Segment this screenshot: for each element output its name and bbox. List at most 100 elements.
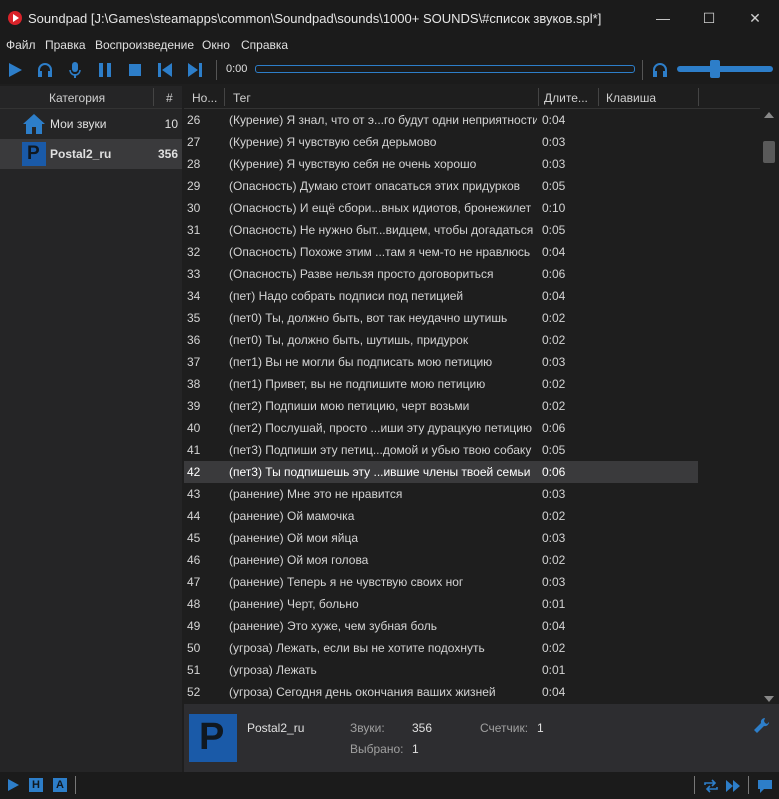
- sound-tag: (Опасность) Похоже этим ...там я чем-то …: [229, 245, 531, 259]
- close-button[interactable]: ✕: [732, 6, 778, 30]
- window-title: Soundpad [J:\Games\steamapps\common\Soun…: [28, 11, 602, 26]
- sound-row[interactable]: 29 (Опасность) Думаю стоит опасаться этих…: [184, 175, 698, 197]
- volume-slider[interactable]: [677, 66, 773, 72]
- sound-row[interactable]: 40 (пет2) Послушай, просто ...иши эту дур…: [184, 417, 698, 439]
- repeat-icon[interactable]: [703, 779, 719, 793]
- pause-icon[interactable]: [96, 61, 114, 79]
- stop-icon[interactable]: [126, 61, 144, 79]
- sound-row[interactable]: 35 (пет0) Ты, должно быть, вот так неудач…: [184, 307, 698, 329]
- tag-column-header[interactable]: Тег: [233, 91, 251, 105]
- sound-row[interactable]: 39 (пет2) Подпиши мою петицию, черт возьм…: [184, 395, 698, 417]
- sound-number: 52: [187, 685, 201, 699]
- sound-number: 47: [187, 575, 201, 589]
- sound-tag: (ранение) Это хуже, чем зубная боль: [229, 619, 438, 633]
- sound-duration: 0:03: [542, 157, 566, 171]
- volume-slider-knob[interactable]: [710, 60, 720, 78]
- sound-duration: 0:01: [542, 663, 566, 677]
- hotkeys-toggle[interactable]: H: [29, 778, 43, 792]
- menu-help[interactable]: Справка: [241, 38, 288, 52]
- menu-playback[interactable]: Воспроизведение: [95, 38, 194, 52]
- sound-row[interactable]: 32 (Опасность) Похоже этим ...там я чем-т…: [184, 241, 698, 263]
- counter-value: 1: [537, 721, 544, 735]
- category-column-header[interactable]: Категория: [49, 91, 105, 105]
- sound-row[interactable]: 48 (ранение) Черт, больно 0:01: [184, 593, 698, 615]
- sound-row[interactable]: 51 (угроза) Лежать 0:01: [184, 659, 698, 681]
- play-icon[interactable]: [6, 61, 24, 79]
- sound-row[interactable]: 42 (пет3) Ты подпишешь эту ...ившие члены…: [184, 461, 698, 483]
- sound-row[interactable]: 30 (Опасность) И ещё сбори...вных идиотов…: [184, 197, 698, 219]
- sound-number: 43: [187, 487, 201, 501]
- sound-duration: 0:05: [542, 179, 566, 193]
- play-status-icon[interactable]: [6, 778, 20, 792]
- sound-number: 42: [187, 465, 201, 479]
- minimize-button[interactable]: —: [640, 6, 686, 30]
- count-column-header[interactable]: #: [166, 91, 173, 105]
- sound-tag: (угроза) Сегодня день окончания ваших жи…: [229, 685, 496, 699]
- menu-bar: Файл Правка Воспроизведение Окно Справка: [0, 36, 779, 56]
- sound-row[interactable]: 52 (угроза) Сегодня день окончания ваших …: [184, 681, 698, 703]
- microphone-icon[interactable]: [66, 61, 84, 79]
- hotkey-column-header[interactable]: Клавиша: [606, 91, 656, 105]
- selected-value: 1: [412, 742, 419, 756]
- auto-toggle[interactable]: A: [53, 778, 67, 792]
- headphones-volume-icon[interactable]: [651, 61, 669, 79]
- duration-column-header[interactable]: Длите...: [544, 91, 588, 105]
- sound-number: 30: [187, 201, 201, 215]
- playback-progress[interactable]: [255, 65, 635, 73]
- postal-logo-icon: P: [22, 142, 46, 166]
- maximize-button[interactable]: ☐: [686, 6, 732, 30]
- sound-row[interactable]: 50 (угроза) Лежать, если вы не хотите под…: [184, 637, 698, 659]
- sound-row[interactable]: 33 (Опасность) Разве нельзя просто догово…: [184, 263, 698, 285]
- sound-row[interactable]: 49 (ранение) Это хуже, чем зубная боль 0:0…: [184, 615, 698, 637]
- sound-tag: (пет1) Вы не могли бы подписать мою пети…: [229, 355, 493, 369]
- sound-row[interactable]: 41 (пет3) Подпиши эту петиц...домой и убь…: [184, 439, 698, 461]
- sound-tag: (угроза) Лежать: [229, 663, 317, 677]
- scroll-up-icon[interactable]: [764, 112, 774, 118]
- selected-label: Выбрано:: [350, 742, 404, 756]
- menu-window[interactable]: Окно: [202, 38, 230, 52]
- sound-row[interactable]: 44 (ранение) Ой мамочка 0:02: [184, 505, 698, 527]
- sound-row[interactable]: 34 (пет) Надо собрать подписи под петицие…: [184, 285, 698, 307]
- home-icon: [23, 114, 45, 134]
- sound-duration: 0:06: [542, 465, 566, 479]
- sound-duration: 0:04: [542, 619, 566, 633]
- scroll-thumb[interactable]: [763, 141, 775, 163]
- fast-forward-icon[interactable]: [725, 779, 741, 793]
- number-column-header[interactable]: Но...: [192, 91, 217, 105]
- vertical-scrollbar[interactable]: [760, 108, 779, 704]
- sound-number: 50: [187, 641, 201, 655]
- sound-row[interactable]: 31 (Опасность) Не нужно быт...видцем, что…: [184, 219, 698, 241]
- wrench-icon[interactable]: [752, 717, 770, 735]
- sound-row[interactable]: 36 (пет0) Ты, должно быть, шутишь, придур…: [184, 329, 698, 351]
- sound-list: Но... Тег Длите... Клавиша 26 (Курение) Я…: [184, 86, 760, 704]
- sound-row[interactable]: 38 (пет1) Привет, вы не подпишите мою пет…: [184, 373, 698, 395]
- next-icon[interactable]: [186, 61, 204, 79]
- sound-row[interactable]: 46 (ранение) Ой моя голова 0:02: [184, 549, 698, 571]
- sound-number: 35: [187, 311, 201, 325]
- headphones-icon[interactable]: [36, 61, 54, 79]
- category-header: Категория #: [0, 86, 182, 109]
- sound-tag: (ранение) Ой мамочка: [229, 509, 355, 523]
- menu-file[interactable]: Файл: [6, 38, 36, 52]
- sound-tag: (пет0) Ты, должно быть, шутишь, придурок: [229, 333, 469, 347]
- previous-icon[interactable]: [156, 61, 174, 79]
- sound-row[interactable]: 37 (пет1) Вы не могли бы подписать мою пе…: [184, 351, 698, 373]
- sound-duration: 0:06: [542, 267, 566, 281]
- category-item-postal2[interactable]: P Postal2_ru 356: [0, 139, 182, 169]
- counter-label: Счетчик:: [480, 721, 529, 735]
- toolbar: 0:00: [0, 56, 779, 84]
- sound-duration: 0:02: [542, 641, 566, 655]
- sound-tag: (Опасность) Не нужно быт...видцем, чтобы…: [229, 223, 534, 237]
- menu-edit[interactable]: Правка: [45, 38, 86, 52]
- sound-row[interactable]: 43 (ранение) Мне это не нравится 0:03: [184, 483, 698, 505]
- sound-row[interactable]: 45 (ранение) Ой мои яйца 0:03: [184, 527, 698, 549]
- chat-icon[interactable]: [757, 778, 773, 794]
- time-display: 0:00: [226, 63, 248, 75]
- sound-row[interactable]: 47 (ранение) Теперь я не чувствую своих н…: [184, 571, 698, 593]
- sound-row[interactable]: 26 (Курение) Я знал, что от э...го будут …: [184, 109, 698, 131]
- sound-row[interactable]: 27 (Курение) Я чувствую себя дерьмово 0:03: [184, 131, 698, 153]
- scroll-down-icon[interactable]: [764, 696, 774, 702]
- sound-tag: (Опасность) Думаю стоит опасаться этих п…: [229, 179, 521, 193]
- category-item-my-sounds[interactable]: Мои звуки 10: [0, 109, 182, 139]
- sound-row[interactable]: 28 (Курение) Я чувствую себя не очень хор…: [184, 153, 698, 175]
